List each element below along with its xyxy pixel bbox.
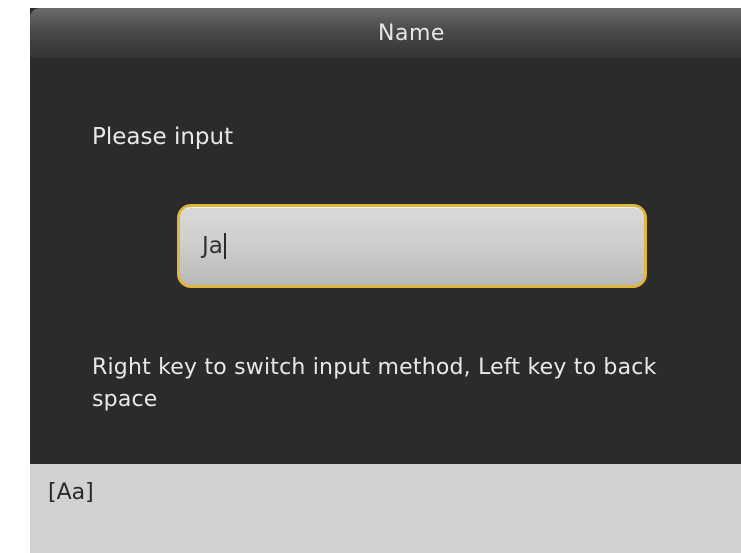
input-method-bar: [Aa] [30,464,741,553]
page-title: Name [378,20,445,46]
input-method-indicator: [Aa] [48,480,94,505]
name-input-value: Ja [202,233,223,259]
title-bar: Name [30,8,741,58]
text-cursor [223,233,226,259]
name-input-field[interactable]: Ja [177,204,647,288]
input-prompt-label: Please input [92,124,234,150]
input-hint-text: Right key to switch input method, Left k… [92,355,657,412]
device-screen: Name Please input Ja Right key to switch… [30,8,741,553]
